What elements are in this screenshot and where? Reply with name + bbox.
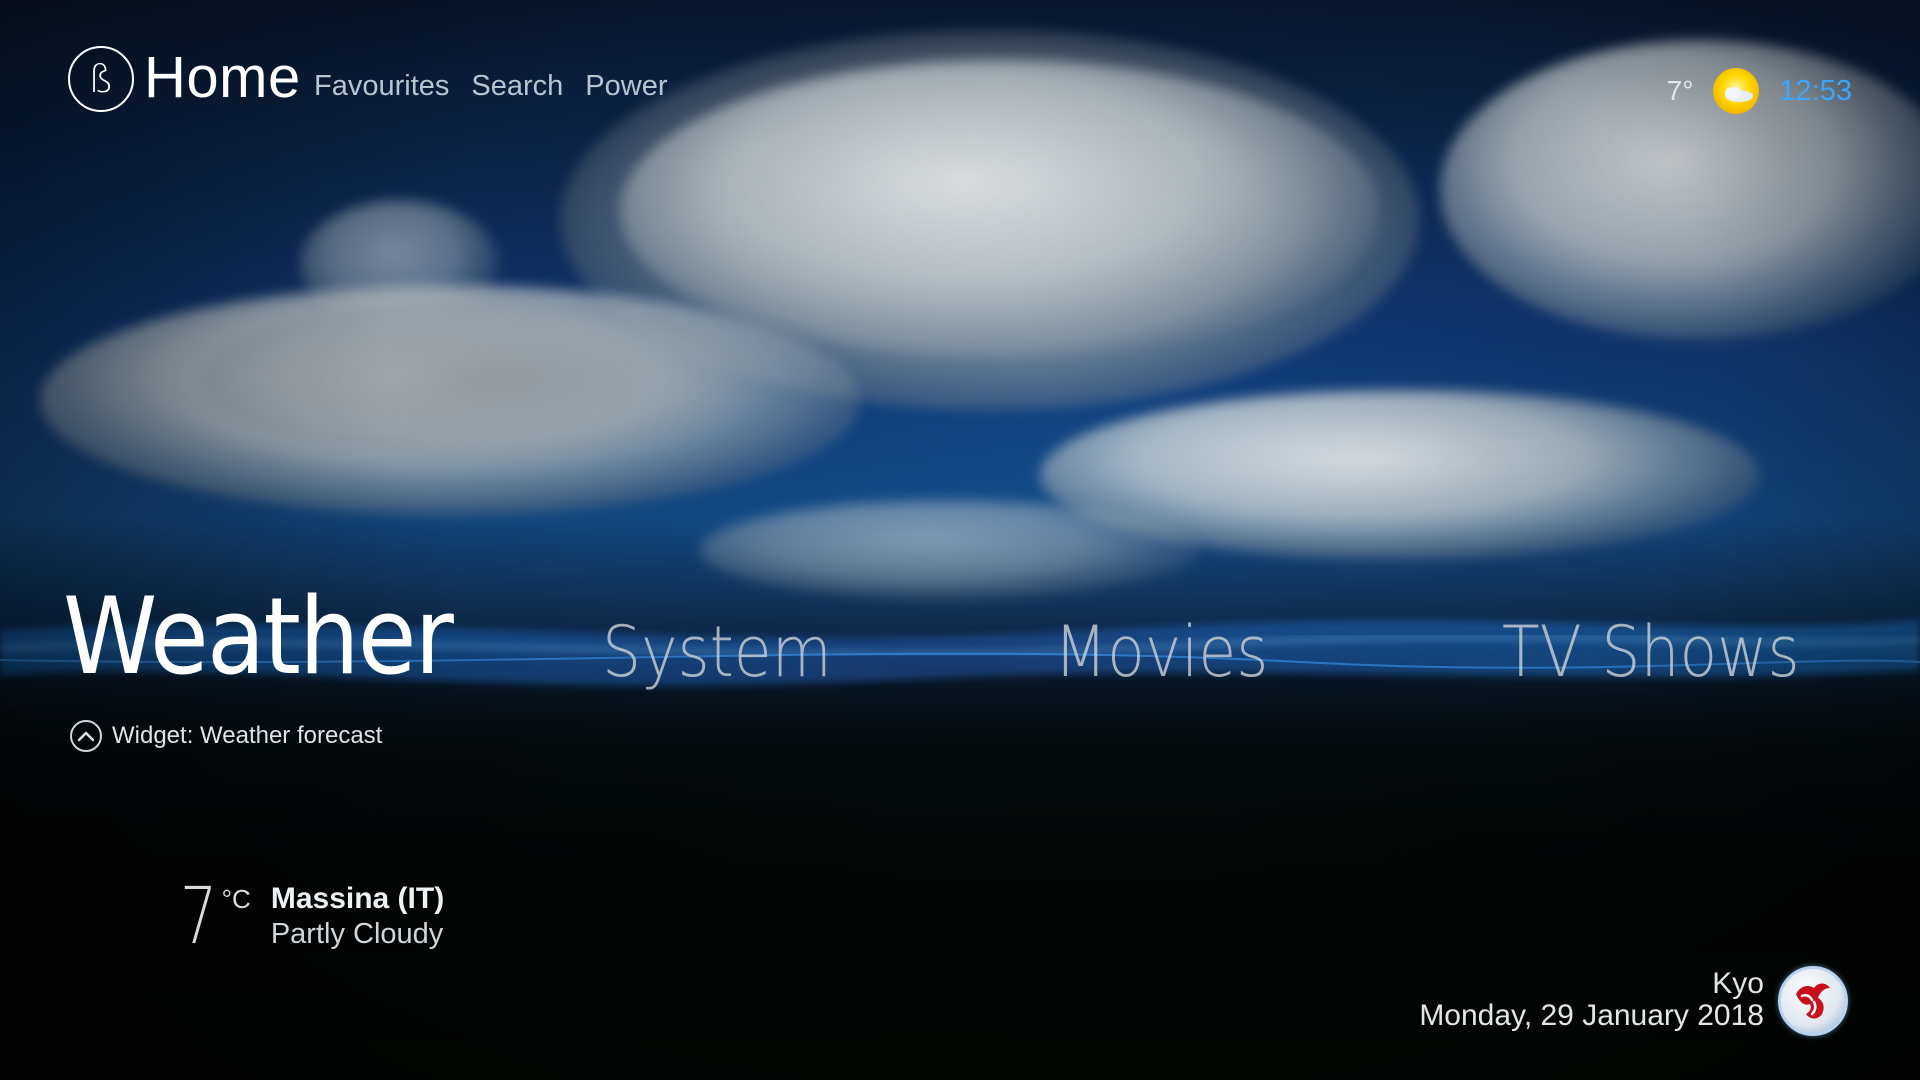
nav-power[interactable]: Power [585,70,667,103]
header-temperature: 7° [1666,75,1694,106]
weather-condition: Partly Cloudy [270,918,444,950]
top-nav: Favourites Search Power [314,70,667,103]
nav-favourites[interactable]: Favourites [314,70,449,103]
weather-widget[interactable]: 7 °C Massina (IT) Partly Cloudy [180,878,444,956]
header-clock: 12:53 [1779,74,1852,107]
current-date: Monday, 29 January 2018 [1419,998,1764,1032]
app-logo-icon[interactable]: ß [68,46,134,112]
user-name: Kyo [1712,967,1764,1000]
sun-cloud-icon [1711,66,1761,116]
menu-item-tv-shows[interactable]: TV Shows [1502,611,1800,693]
menu-item-system[interactable]: System [602,611,832,693]
header-weather-clock: 7° 12:53 [1667,66,1852,116]
logo-glyph: ß [88,57,114,101]
weather-location: Massina (IT) [270,882,445,915]
profile-avatar-icon[interactable] [1778,966,1848,1036]
user-info: Kyo Monday, 29 January 2018 [1419,968,1764,1031]
menu-item-movies[interactable]: Movies [1054,611,1268,693]
widget-hint[interactable]: Widget: Weather forecast [70,720,382,752]
widget-hint-label: Widget: Weather forecast [112,722,383,749]
nav-search[interactable]: Search [471,70,563,103]
page-title: Home [144,45,301,110]
chevron-up-circle-icon [70,720,102,752]
main-menu: Weather System Movies TV Shows [0,575,1920,698]
weather-temperature: 7 [180,872,218,962]
weather-unit: °C [221,884,251,914]
menu-item-weather[interactable]: Weather [63,575,454,698]
